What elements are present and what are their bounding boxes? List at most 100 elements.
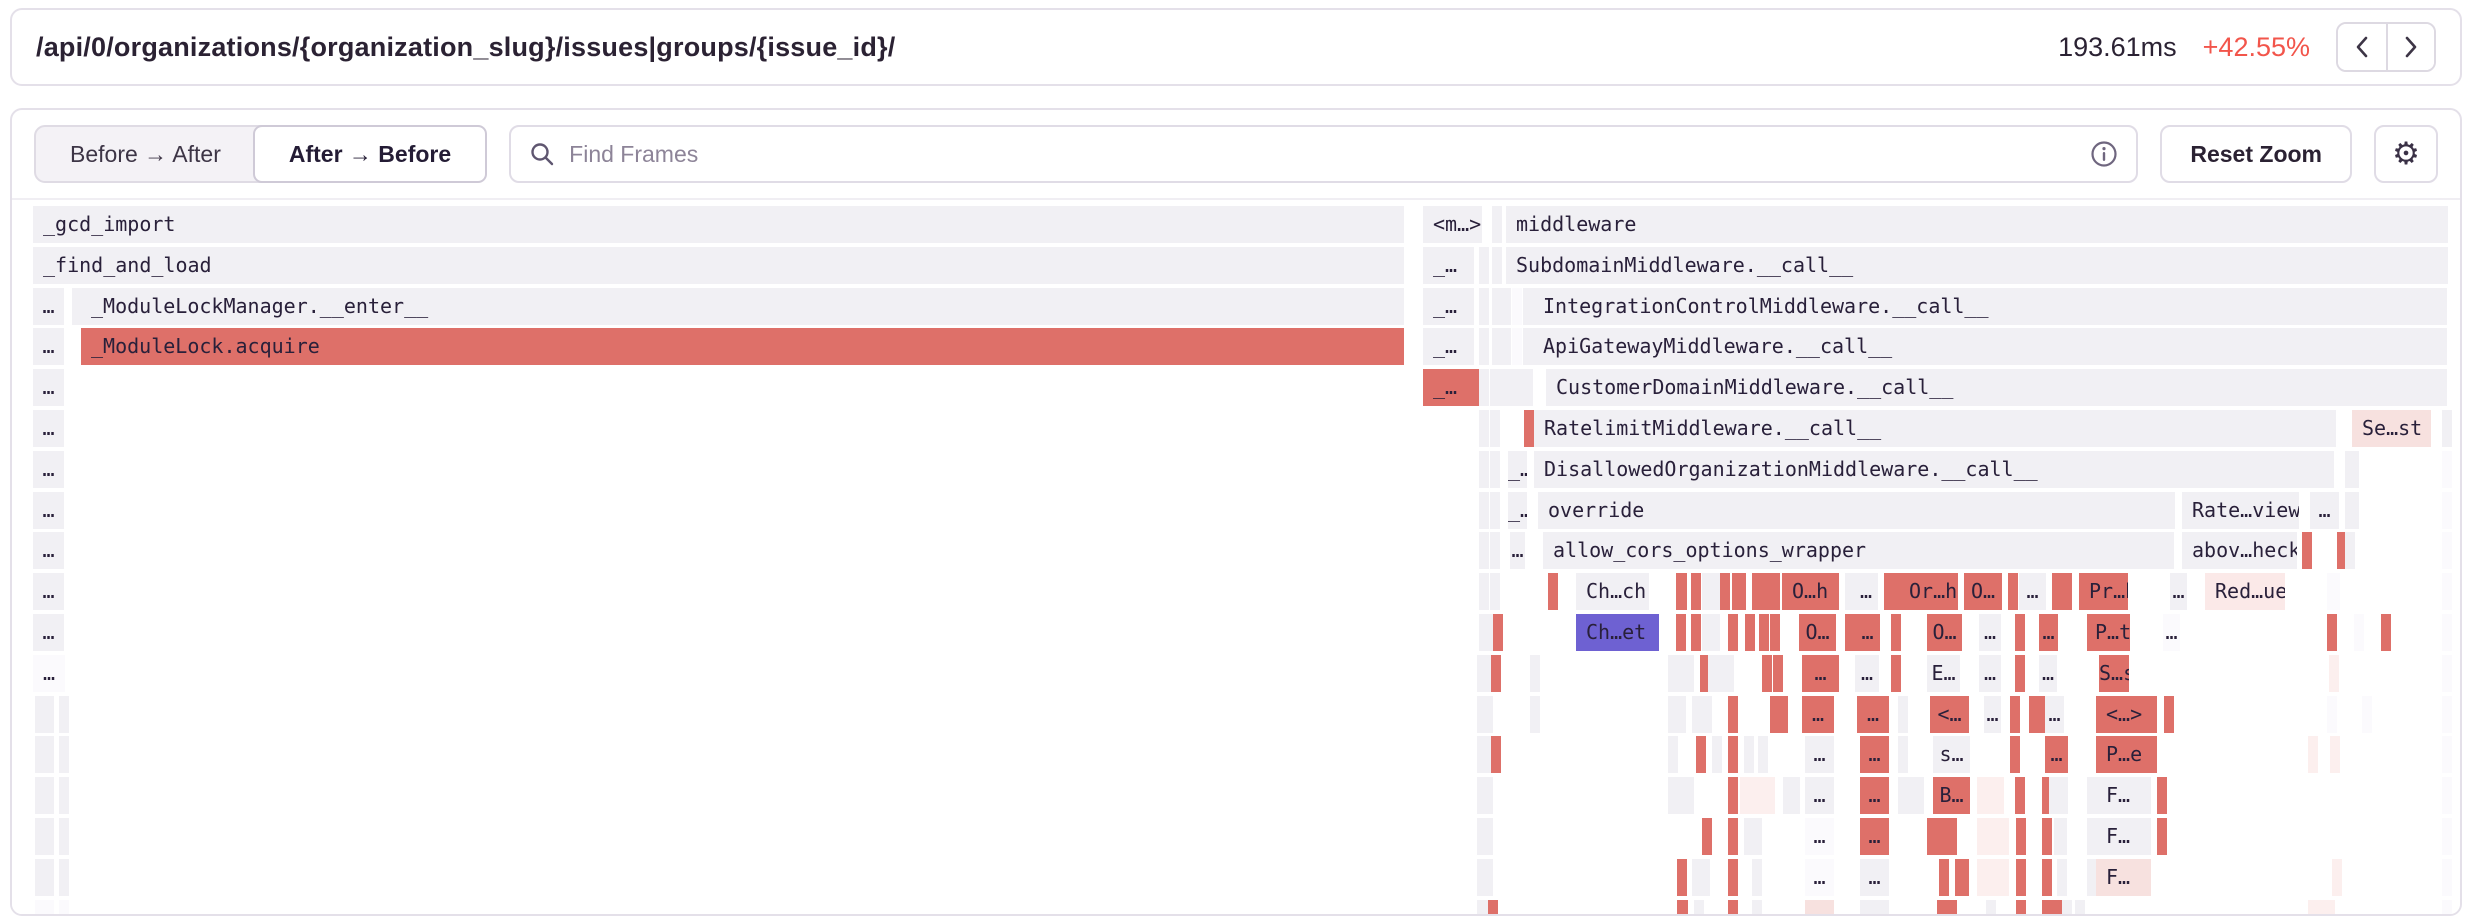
flame-frame[interactable] xyxy=(1512,288,1522,325)
flame-frame[interactable] xyxy=(2354,614,2364,651)
flame-frame[interactable]: … xyxy=(1857,696,1889,733)
flame-frame[interactable] xyxy=(2345,492,2359,529)
flame-frame[interactable]: override xyxy=(1538,492,2175,529)
flame-frame[interactable]: O…h xyxy=(1782,573,1839,610)
flame-frame[interactable] xyxy=(2330,736,2340,773)
flame-frame[interactable] xyxy=(1676,696,1686,733)
flame-frame[interactable]: <m…> xyxy=(1423,206,1482,243)
flame-frame[interactable]: O… xyxy=(1799,614,1836,651)
find-frames-searchbox[interactable] xyxy=(509,125,2138,183)
flame-frame[interactable] xyxy=(2062,900,2072,916)
flame-frame[interactable]: _find_and_load xyxy=(33,247,1404,284)
flame-frame[interactable] xyxy=(2327,573,2340,610)
flame-frame[interactable] xyxy=(1530,696,1540,733)
flame-frame[interactable]: _gcd_import xyxy=(33,206,1404,243)
flame-frame[interactable] xyxy=(2010,696,2020,733)
flame-frame[interactable] xyxy=(2302,532,2312,569)
flame-frame[interactable] xyxy=(1479,410,1489,447)
flame-frame[interactable]: … xyxy=(33,410,64,447)
flame-frame[interactable] xyxy=(2052,900,2062,916)
flame-frame[interactable] xyxy=(1523,369,1533,406)
flame-frame[interactable]: … xyxy=(1979,655,2001,692)
flame-frame[interactable] xyxy=(1512,328,1522,365)
flame-frame[interactable]: _… xyxy=(1423,247,1474,284)
flame-frame[interactable]: … xyxy=(1855,655,1879,692)
flame-frame[interactable] xyxy=(1728,614,1738,651)
flame-frame[interactable]: Or…h xyxy=(1899,573,1958,610)
flame-frame[interactable]: … xyxy=(1854,573,1878,610)
flame-frame[interactable] xyxy=(1702,818,1712,855)
flame-frame[interactable] xyxy=(1977,777,2004,814)
flame-frame[interactable] xyxy=(1728,696,1738,733)
flame-frame[interactable] xyxy=(1483,818,1493,855)
flame-frame[interactable] xyxy=(1483,777,1493,814)
flame-frame[interactable]: F… xyxy=(2096,859,2151,896)
flame-frame[interactable]: B… xyxy=(1933,777,1970,814)
flame-frame[interactable] xyxy=(1501,328,1511,365)
flame-frame[interactable] xyxy=(2442,696,2452,733)
flame-frame[interactable] xyxy=(1914,777,1924,814)
flame-frame[interactable] xyxy=(2015,777,2025,814)
flame-frame[interactable] xyxy=(35,696,54,733)
flame-frame[interactable] xyxy=(1939,859,1949,896)
flame-frame[interactable]: … xyxy=(2170,573,2187,610)
flame-frame[interactable]: … xyxy=(33,451,64,488)
flame-frame[interactable]: … xyxy=(33,573,64,610)
flame-frame[interactable] xyxy=(1524,410,1534,447)
flame-frame[interactable] xyxy=(1773,655,1783,692)
flame-frame[interactable] xyxy=(2381,614,2391,651)
flame-frame[interactable] xyxy=(1490,532,1500,569)
flame-frame[interactable] xyxy=(59,818,69,855)
flame-frame[interactable] xyxy=(1483,859,1493,896)
flame-frame[interactable] xyxy=(2010,736,2020,773)
flame-frame[interactable]: middleware xyxy=(1506,206,2448,243)
flame-frame[interactable]: … xyxy=(1802,655,1839,692)
flame-frame[interactable] xyxy=(1724,655,1734,692)
flame-frame[interactable] xyxy=(1728,900,1738,916)
flame-frame[interactable]: s… xyxy=(1933,736,1970,773)
flame-frame[interactable] xyxy=(2008,573,2018,610)
flame-frame[interactable]: … xyxy=(33,369,64,406)
flame-frame[interactable]: … xyxy=(33,614,64,651)
flame-frame[interactable]: RatelimitMiddleware.__call__ xyxy=(1534,410,2336,447)
flame-frame[interactable]: _… xyxy=(1423,369,1482,406)
flame-frame[interactable]: _ModuleLock.acquire xyxy=(81,328,1404,365)
flame-frame[interactable]: … xyxy=(1805,900,1834,916)
flame-frame[interactable]: … xyxy=(2163,614,2180,651)
flame-frame[interactable]: DisallowedOrganizationMiddleware.__call_… xyxy=(1534,451,2334,488)
flame-frame[interactable] xyxy=(2442,492,2452,529)
flame-frame[interactable] xyxy=(1728,859,1738,896)
flame-frame[interactable]: … xyxy=(1860,900,1889,916)
flame-frame[interactable] xyxy=(1898,736,1908,773)
flame-frame[interactable] xyxy=(2442,777,2452,814)
flame-frame[interactable] xyxy=(1523,328,1533,365)
flame-frame[interactable]: … xyxy=(2045,736,2068,773)
flame-frame[interactable] xyxy=(2332,859,2342,896)
flame-frame[interactable]: … xyxy=(1860,736,1889,773)
flame-frame[interactable] xyxy=(1977,859,2009,896)
flame-frame[interactable]: … xyxy=(2310,492,2339,529)
flame-frame[interactable]: … xyxy=(2039,655,2057,692)
flame-frame[interactable] xyxy=(2042,900,2052,916)
flame-frame[interactable] xyxy=(1677,900,1688,916)
flame-frame[interactable]: P…t xyxy=(2095,614,2130,651)
flame-frame[interactable] xyxy=(1479,451,1489,488)
flame-frame[interactable] xyxy=(1479,328,1489,365)
flame-frame[interactable] xyxy=(2327,696,2337,733)
flame-frame[interactable] xyxy=(59,900,69,916)
flame-frame[interactable] xyxy=(1696,736,1706,773)
flame-frame[interactable] xyxy=(1710,614,1720,651)
flame-frame[interactable] xyxy=(1677,859,1687,896)
flame-frame[interactable]: … xyxy=(1860,818,1889,855)
flame-frame[interactable] xyxy=(35,777,54,814)
flame-frame[interactable] xyxy=(1548,573,1558,610)
flame-frame[interactable] xyxy=(2054,818,2067,855)
flame-frame[interactable] xyxy=(1684,777,1694,814)
prev-button[interactable] xyxy=(2338,24,2386,70)
flame-frame[interactable] xyxy=(2164,696,2174,733)
toggle-before-after[interactable]: Before → After xyxy=(36,127,255,181)
flame-frame[interactable] xyxy=(2016,859,2026,896)
flame-frame[interactable]: … xyxy=(2039,614,2058,651)
flame-frame[interactable]: … xyxy=(33,288,64,325)
flame-frame[interactable]: E… xyxy=(1927,655,1960,692)
